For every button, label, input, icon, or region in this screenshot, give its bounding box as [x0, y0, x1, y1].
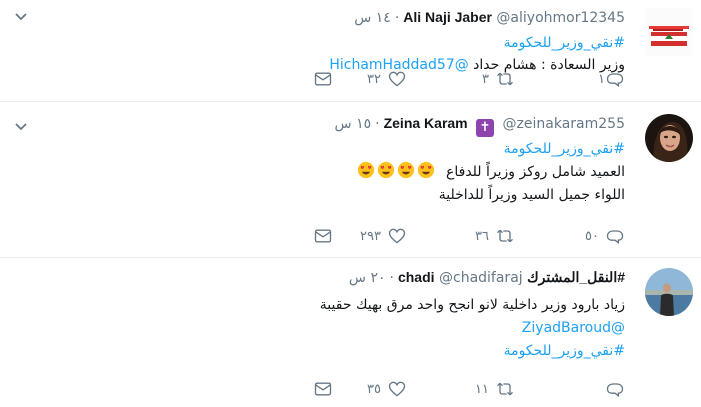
tweet-3[interactable]: #النقل_المشترك chadi @chadifaraj ·٢٠ س زي…	[0, 258, 701, 407]
reply-button[interactable]	[555, 378, 625, 400]
avatar[interactable]	[645, 114, 693, 162]
display-name[interactable]: Ali Naji Jaber	[403, 9, 492, 25]
heart-eyes-emoji-icon	[377, 161, 394, 179]
user-handle[interactable]: @chadifaraj	[439, 270, 523, 286]
like-count: ٣٢	[367, 71, 381, 87]
direct-message-button[interactable]	[313, 378, 333, 400]
display-name[interactable]: Zeina Karam	[384, 115, 468, 131]
heart-eyes-emoji-icon	[397, 161, 414, 179]
chevron-down-icon[interactable]	[14, 120, 28, 134]
retweet-count: ٣	[482, 71, 489, 87]
heart-eyes-emoji-icon	[417, 161, 434, 179]
hashtag-link[interactable]: #نقي_وزير_للحكومة	[504, 35, 625, 51]
timestamp[interactable]: ٢٠ س	[349, 270, 386, 286]
like-count: ٢٩٣	[360, 228, 381, 244]
like-icon	[388, 381, 406, 397]
like-count: ٣٥	[367, 381, 381, 397]
tweet-actions: ١١ ٣٥	[0, 378, 625, 402]
tweet-header: #النقل_المشترك chadi @chadifaraj ·٢٠ س	[349, 269, 625, 286]
retweet-icon	[497, 382, 513, 396]
avatar[interactable]	[645, 8, 693, 56]
direct-message-button[interactable]	[313, 68, 333, 90]
tweet-text: اللواء جميل السيد وزيراً للداخلية	[438, 187, 625, 203]
like-icon	[388, 228, 406, 244]
chevron-down-icon[interactable]	[14, 10, 28, 24]
direct-message-button[interactable]	[313, 225, 333, 247]
display-name[interactable]: chadi	[398, 269, 435, 285]
mail-icon	[314, 382, 332, 396]
hashtag-link[interactable]: #نقي_وزير_للحكومة	[504, 141, 625, 157]
like-button[interactable]: ٢٩٣	[327, 225, 407, 247]
retweet-icon	[497, 72, 513, 86]
retweet-button[interactable]: ٣	[445, 68, 515, 90]
separator-dot: ·	[375, 116, 380, 132]
reply-count: ١	[598, 71, 605, 87]
retweet-button[interactable]: ١١	[445, 378, 515, 400]
tweet-2[interactable]: Zeina Karam ✝ @zeinakaram255 ·١٥ س #نقي_و…	[0, 102, 701, 257]
mail-icon	[314, 229, 332, 243]
reply-icon	[606, 73, 624, 87]
heart-eyes-emoji-group	[356, 161, 436, 180]
reply-icon	[606, 230, 624, 244]
retweet-icon	[497, 229, 513, 243]
separator-dot: ·	[394, 10, 400, 26]
tweet-body: #نقي_وزير_للحكومة العميد شامل روكز وزيرا…	[356, 138, 625, 207]
heart-eyes-emoji-icon	[357, 161, 374, 179]
like-icon	[388, 71, 406, 87]
reply-icon	[606, 383, 624, 397]
retweet-count: ٣٦	[475, 228, 489, 244]
timestamp[interactable]: ١٤ س	[354, 10, 391, 26]
hashtag-link[interactable]: #نقي_وزير_للحكومة	[504, 343, 625, 359]
separator-dot: ·	[389, 270, 394, 286]
tweet-body: زياد بارود وزير داخلية لانو انجح واحد مر…	[320, 294, 625, 363]
tweet-1[interactable]: Ali Naji Jaber @aliyohmor12345 ·١٤ س #نقي…	[0, 0, 701, 101]
tweet-text: زياد بارود وزير داخلية لانو انجح واحد مر…	[319, 297, 625, 313]
tweet-header: Zeina Karam ✝ @zeinakaram255 ·١٥ س	[335, 115, 625, 137]
retweet-count: ١١	[475, 381, 489, 397]
retweet-button[interactable]: ٣٦	[445, 225, 515, 247]
user-handle[interactable]: @aliyohmor12345	[496, 10, 625, 26]
reply-button[interactable]: ٥٠	[555, 225, 625, 247]
tweet-actions: ٥٠ ٣٦ ٢٩٣	[0, 225, 625, 249]
like-button[interactable]: ٣٥	[337, 378, 407, 400]
reply-count: ٥٠	[585, 228, 599, 244]
like-button[interactable]: ٣٢	[337, 68, 407, 90]
mail-icon	[314, 72, 332, 86]
user-handle[interactable]: @zeinakaram255	[503, 116, 625, 132]
reply-button[interactable]: ١	[555, 68, 625, 90]
avatar[interactable]	[645, 268, 693, 316]
tweet-actions: ١ ٣ ٣٢	[0, 68, 625, 92]
tweet-header: Ali Naji Jaber @aliyohmor12345 ·١٤ س	[354, 9, 625, 26]
timestamp[interactable]: ١٥ س	[335, 116, 372, 132]
mention-link[interactable]: @ZiyadBaroud	[522, 320, 625, 336]
display-name-hashtag[interactable]: #النقل_المشترك	[527, 269, 625, 285]
tweet-text: العميد شامل روكز وزيراً للدفاع	[446, 164, 625, 180]
cross-emoji-icon: ✝	[476, 119, 495, 137]
